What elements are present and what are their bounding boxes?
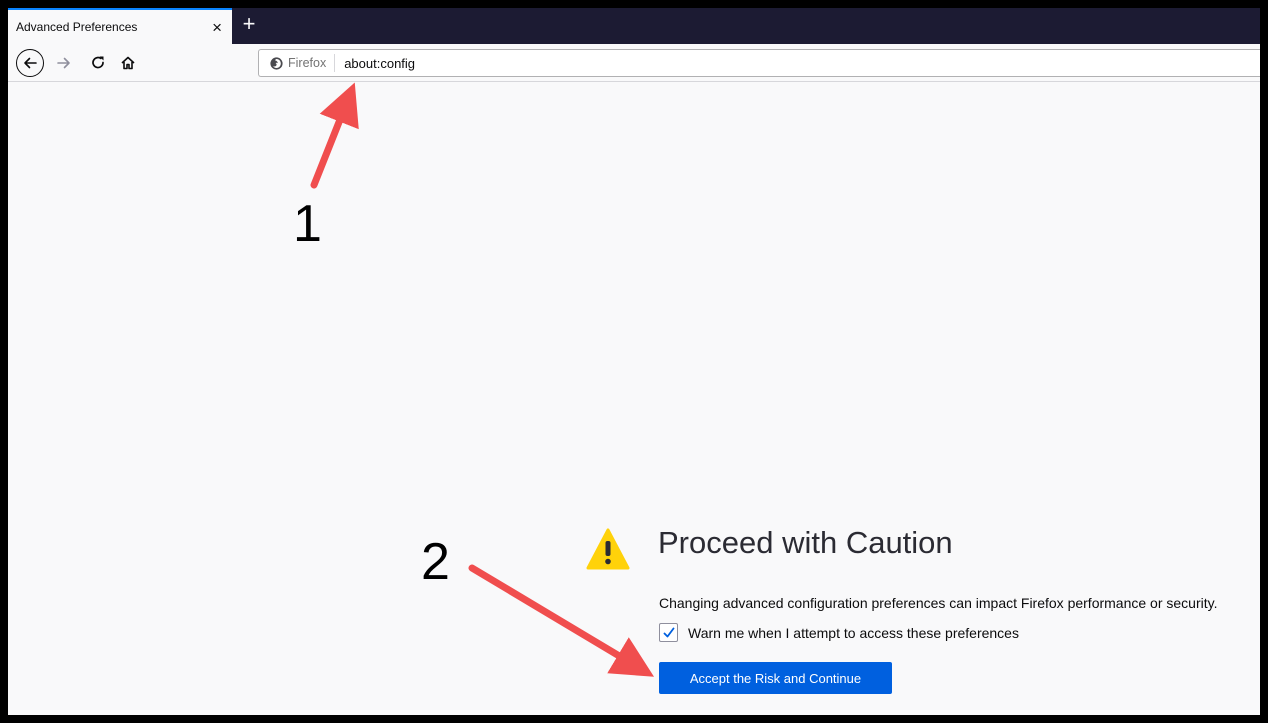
forward-button[interactable] [50, 49, 78, 77]
warn-checkbox-row[interactable]: Warn me when I attempt to access these p… [659, 623, 1019, 642]
checkmark-icon [663, 627, 674, 637]
new-tab-button[interactable]: + [236, 12, 262, 38]
tab-title: Advanced Preferences [16, 20, 138, 34]
nav-bar: Firefox about:config [8, 44, 1260, 82]
reload-button[interactable] [84, 49, 112, 77]
annotation-step-2: 2 [421, 533, 450, 591]
identity-label: Firefox [288, 56, 327, 70]
home-button[interactable] [114, 49, 142, 77]
page-content: Proceed with Caution Changing advanced c… [8, 83, 1260, 715]
warning-description: Changing advanced configuration preferen… [659, 595, 1218, 611]
arrow-right-icon [57, 57, 70, 69]
identity-box[interactable]: Firefox [269, 54, 336, 72]
back-button[interactable] [16, 49, 44, 77]
annotation-step-1: 1 [293, 195, 322, 253]
warn-checkbox-label[interactable]: Warn me when I attempt to access these p… [688, 625, 1019, 641]
close-tab-icon[interactable]: × [212, 19, 222, 36]
browser-window: Advanced Preferences × + Firefox about:c… [8, 8, 1260, 715]
warn-checkbox[interactable] [659, 623, 678, 642]
url-text[interactable]: about:config [335, 56, 415, 71]
home-icon [121, 56, 135, 70]
reload-icon [92, 56, 104, 69]
firefox-logo-icon [270, 56, 283, 70]
arrow-left-icon [24, 57, 37, 69]
accept-risk-button[interactable]: Accept the Risk and Continue [659, 662, 892, 694]
tab-advanced-preferences[interactable]: Advanced Preferences × [8, 8, 232, 44]
url-bar[interactable]: Firefox about:config [258, 49, 1260, 77]
tab-strip: Advanced Preferences × + [8, 8, 1260, 44]
warning-icon [586, 528, 630, 570]
page-title: Proceed with Caution [658, 525, 953, 560]
